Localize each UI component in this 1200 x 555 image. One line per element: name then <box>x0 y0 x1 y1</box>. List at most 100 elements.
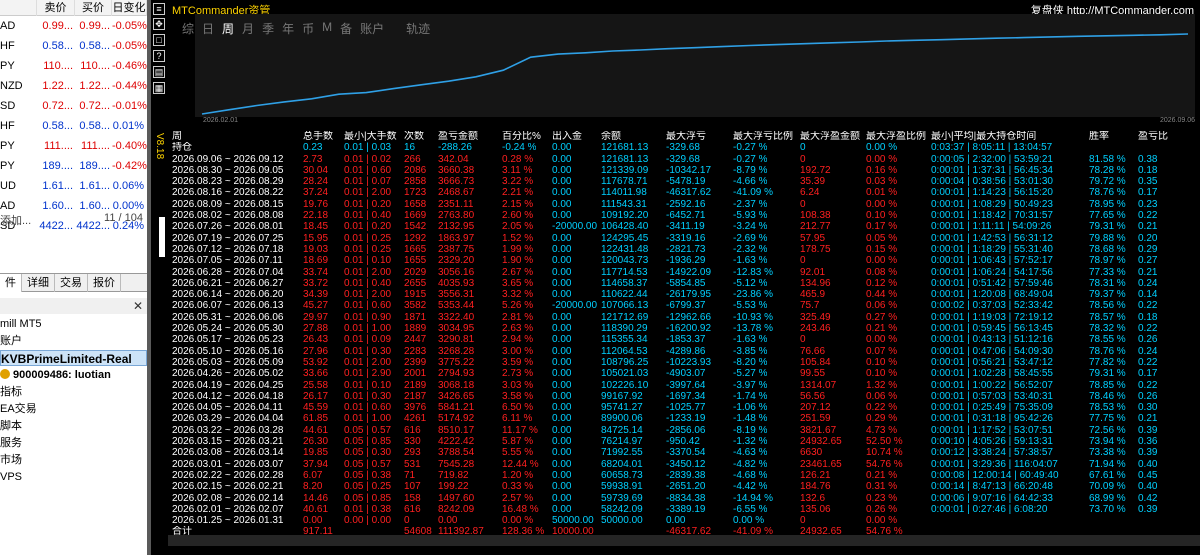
tab-2[interactable]: 交易 <box>55 274 88 292</box>
cell-7: 109192.20 <box>601 210 649 222</box>
week-row: 2026.05.24 ~ 2026.05.30 27.88 0.01 | 1.00 1… <box>172 323 1200 334</box>
cell-14: 0.18 <box>1138 164 1158 176</box>
cell-9: -8.19 % <box>733 424 768 436</box>
cell-0: 2026.05.24 ~ 2026.05.30 <box>172 323 284 335</box>
period-0[interactable]: 综 <box>182 20 194 37</box>
cell-4: 3034.95 <box>438 323 475 335</box>
cell-3: 2399 <box>404 356 427 368</box>
cell-5: 12.44 % <box>502 458 539 470</box>
period-10[interactable]: 轨迹 <box>406 20 430 37</box>
column-header-0[interactable] <box>0 0 37 16</box>
period-9[interactable]: 账户 <box>360 20 384 37</box>
add-symbol-link[interactable]: 添加... <box>0 212 31 228</box>
period-5[interactable]: 年 <box>282 20 294 37</box>
cell-4: 3788.54 <box>438 447 475 459</box>
symbol-row[interactable]: PY 189.... 189.... -0.42% <box>0 156 147 176</box>
navigator-item[interactable]: EA交易 <box>0 401 147 417</box>
week-row: 2026.07.19 ~ 2026.07.25 15.95 0.01 | 0.25 1… <box>172 233 1200 244</box>
navigator-item[interactable]: 服务 <box>0 435 147 451</box>
cell-5: 2.05 % <box>502 221 534 233</box>
cell-10: 99.55 <box>800 368 826 380</box>
cell-3: 1915 <box>404 289 427 301</box>
symbol-row[interactable]: PY 111.... 111.... -0.40% <box>0 136 147 156</box>
tab-3[interactable]: 报价 <box>88 274 121 292</box>
navigator-item[interactable]: 脚本 <box>0 418 147 434</box>
period-4[interactable]: 季 <box>262 20 274 37</box>
period-1[interactable]: 日 <box>202 20 214 37</box>
cell-9: -8.79 % <box>733 164 768 176</box>
cell-13: 78.68 % <box>1089 243 1126 255</box>
cell-0: 2026.04.26 ~ 2026.05.02 <box>172 368 284 380</box>
cell-5: 3.32 % <box>502 289 534 301</box>
cell-4: 3290.81 <box>438 334 475 346</box>
period-6[interactable]: 币 <box>302 20 314 37</box>
cell-6: 0.00 <box>552 413 572 425</box>
navigator-item[interactable]: 900009486: luotian <box>0 367 147 383</box>
cell-9: -10.93 % <box>733 311 774 323</box>
navigator-item[interactable]: KVBPrimeLimited-Real <box>0 350 147 366</box>
cell-3: 3976 <box>404 402 427 414</box>
cell-11: 4.73 % <box>866 424 898 436</box>
period-8[interactable]: 备 <box>340 20 352 37</box>
cell-11: 0.10 % <box>866 368 898 380</box>
window-icon[interactable]: □ <box>153 34 165 46</box>
navigator-item[interactable]: 指标 <box>0 384 147 400</box>
cell-6: 0.00 <box>552 402 572 414</box>
column-header-2[interactable]: 买价 <box>75 0 112 16</box>
cell-4: 5174.92 <box>438 413 475 425</box>
tab-0[interactable]: 件 <box>0 274 22 292</box>
grid-icon[interactable]: ▦ <box>153 82 165 94</box>
help-icon[interactable]: ? <box>153 50 165 62</box>
cell-2: 0.01 | 0.10 <box>344 379 392 391</box>
market-watch-tabs[interactable]: 件详细 交易 报价 <box>0 273 147 292</box>
cell-11: 0.00 % <box>866 334 898 346</box>
cell-2: 0.01 | 2.00 <box>344 187 392 199</box>
week-row: 2026.05.10 ~ 2026.05.16 27.96 0.01 | 0.30 2… <box>172 346 1200 357</box>
cell-7: 84725.14 <box>601 424 643 436</box>
navigator-item[interactable]: VPS <box>0 469 147 485</box>
symbol-row[interactable]: SD 0.72... 0.72... -0.01% <box>0 96 147 116</box>
bid-price: 1.22... <box>42 80 73 92</box>
cell-10: 184.76 <box>800 481 831 493</box>
cell-1: 18.45 <box>303 221 329 233</box>
move-icon[interactable]: ✥ <box>153 18 165 30</box>
cell-11: 0.17 % <box>866 221 898 233</box>
settings-icon[interactable]: ≡ <box>153 3 165 15</box>
column-header-3[interactable]: 日变化 <box>112 0 147 16</box>
cell-13: 78.57 % <box>1089 311 1126 323</box>
symbol-row[interactable]: AD 0.99... 0.99... -0.05% <box>0 16 147 36</box>
week-row: 2026.02.22 ~ 2026.02.28 6.07 0.05 | 0.38 71… <box>172 470 1200 481</box>
cell-13: 78.46 % <box>1089 390 1126 402</box>
list-icon[interactable]: ▤ <box>153 66 165 78</box>
navigator-item[interactable]: mill MT5 <box>0 316 147 332</box>
cell-12: 0:00:01 | 1:17:52 | 53:07:51 <box>931 424 1053 436</box>
period-selector[interactable]: 综日周月季年币 M 备账户 轨迹 <box>182 20 438 37</box>
cell-1: 61.85 <box>303 413 329 425</box>
cell-4: 3426.65 <box>438 390 475 402</box>
tab-1[interactable]: 详细 <box>22 274 55 292</box>
column-header-1[interactable]: 卖价 <box>37 0 75 16</box>
cell-0: 2026.05.31 ~ 2026.06.06 <box>172 311 284 323</box>
close-icon[interactable]: ✕ <box>133 299 143 313</box>
cell-8: -6452.71 <box>666 210 706 222</box>
cell-7: 105021.03 <box>601 368 649 380</box>
cell-6: 0.00 <box>552 311 572 323</box>
symbol-row[interactable]: UD 1.61... 1.61... 0.06% <box>0 176 147 196</box>
cell-3: 2283 <box>404 345 427 357</box>
navigator-item[interactable]: 市场 <box>0 452 147 468</box>
navigator-item[interactable]: 账户 <box>0 333 147 349</box>
cell-10: 192.72 <box>800 164 831 176</box>
cell-7: 76214.97 <box>601 436 643 448</box>
symbol-row[interactable]: NZD 1.22... 1.22... -0.44% <box>0 76 147 96</box>
cell-1: 19.03 <box>303 243 329 255</box>
cell-2: 0.01 | 0.40 <box>344 277 392 289</box>
period-2[interactable]: 周 <box>222 20 234 37</box>
period-3[interactable]: 月 <box>242 20 254 37</box>
period-7[interactable]: M <box>322 20 332 37</box>
cell-10: 465.9 <box>800 289 826 301</box>
cell-3: 266 <box>404 153 421 165</box>
symbol-row[interactable]: HF 0.58... 0.58... -0.05% <box>0 36 147 56</box>
cell-0: 2026.04.05 ~ 2026.04.11 <box>172 402 283 414</box>
symbol-row[interactable]: HF 0.58... 0.58... 0.01% <box>0 116 147 136</box>
symbol-row[interactable]: PY 110.... 110.... -0.46% <box>0 56 147 76</box>
